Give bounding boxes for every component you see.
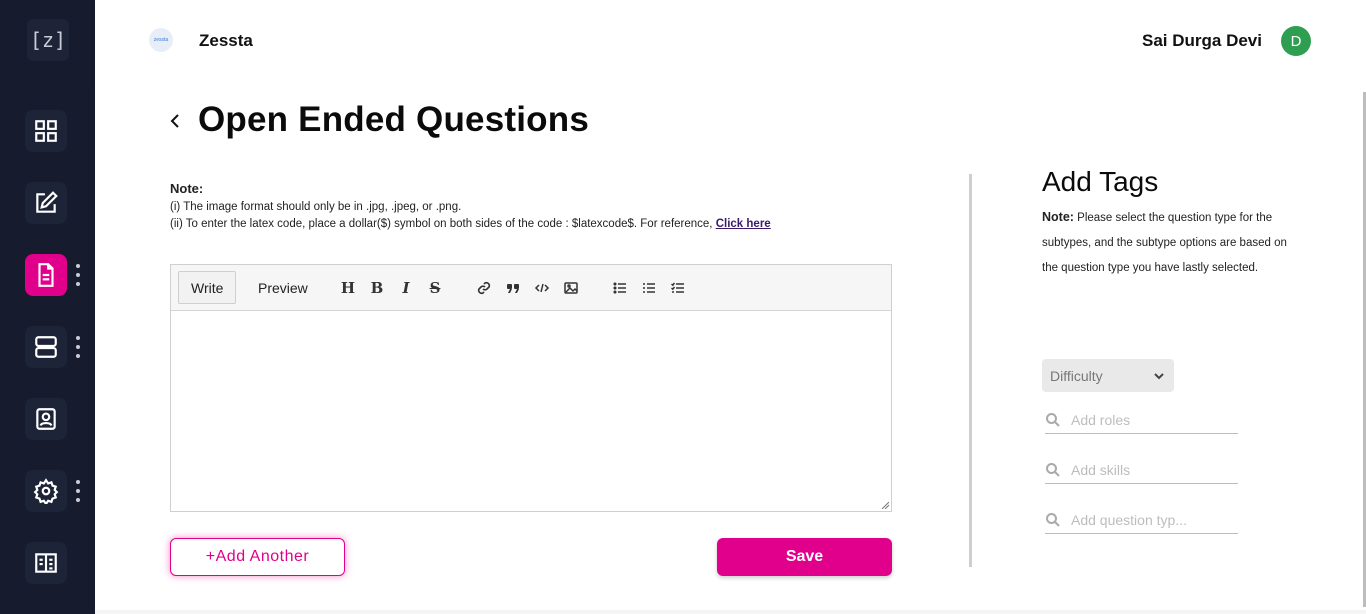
page-title: Open Ended Questions — [198, 100, 589, 139]
grid-icon — [35, 120, 57, 142]
id-card-icon — [36, 408, 56, 430]
task-list-icon[interactable] — [669, 279, 687, 297]
back-arrow-icon[interactable] — [167, 110, 183, 132]
sidebar-item-dashboard[interactable] — [25, 110, 67, 152]
search-icon — [1046, 513, 1060, 527]
user-name: Sai Durga Devi — [1142, 31, 1262, 50]
building-icon — [35, 553, 57, 573]
note-title: Note: — [170, 181, 204, 196]
question-type-field — [1045, 508, 1238, 534]
click-here-link[interactable]: Click here — [716, 218, 771, 230]
save-button[interactable]: Save — [717, 538, 892, 576]
sidebar-item-questions[interactable] — [25, 254, 67, 296]
avatar[interactable]: D — [1281, 26, 1311, 56]
roles-input[interactable] — [1071, 410, 1231, 430]
sidebar-questions-menu-icon[interactable] — [75, 264, 81, 286]
search-icon — [1046, 463, 1060, 477]
tags-note-label: Note: — [1042, 210, 1074, 224]
resize-handle-icon[interactable] — [881, 501, 889, 509]
settings-icon — [33, 478, 59, 504]
italic-icon[interactable]: I — [397, 279, 415, 297]
brand-logo[interactable]: zessta — [149, 28, 173, 52]
chevron-down-icon — [1154, 373, 1164, 380]
search-icon — [1046, 413, 1060, 427]
difficulty-value: Difficulty — [1050, 367, 1103, 384]
tags-title: Add Tags — [1042, 166, 1159, 197]
app-logo[interactable]: [z] — [27, 19, 69, 61]
sidebar-settings-menu-icon[interactable] — [75, 480, 81, 502]
note-line-1: (i) The image format should only be in .… — [170, 201, 462, 213]
sidebar-item-settings[interactable] — [25, 470, 67, 512]
add-another-button[interactable]: +Add Another — [170, 538, 345, 576]
heading-icon[interactable]: H — [339, 279, 357, 297]
tab-preview[interactable]: Preview — [246, 271, 320, 304]
numbered-list-icon[interactable] — [640, 279, 658, 297]
sidebar-item-reports[interactable] — [25, 542, 67, 584]
server-icon — [35, 336, 57, 358]
note-line-2: (ii) To enter the latex code, place a do… — [170, 216, 771, 233]
sidebar-item-profile[interactable] — [25, 398, 67, 440]
question-type-input[interactable] — [1071, 510, 1231, 530]
editor-textarea[interactable] — [171, 311, 891, 511]
edit-icon — [36, 191, 58, 213]
bulleted-list-icon[interactable] — [611, 279, 629, 297]
strikethrough-icon[interactable]: S — [426, 279, 444, 297]
main-content: Open Ended Questions Note: (i) The image… — [95, 80, 1366, 610]
tags-note: Note: Please select the question type fo… — [1042, 205, 1292, 281]
top-header: zessta Zessta Sai Durga Devi D — [95, 0, 1366, 80]
link-icon[interactable] — [475, 279, 493, 297]
tags-note-text: Please select the question type for the … — [1042, 212, 1287, 274]
bold-icon[interactable]: B — [368, 279, 386, 297]
note-line-2-text: (ii) To enter the latex code, place a do… — [170, 218, 713, 230]
difficulty-select[interactable]: Difficulty — [1042, 359, 1174, 392]
vertical-divider — [969, 174, 972, 567]
tab-write[interactable]: Write — [178, 271, 237, 304]
sidebar-item-servers[interactable] — [25, 326, 67, 368]
quote-icon[interactable] — [504, 279, 522, 297]
format-note: Note: (i) The image format should only b… — [170, 180, 771, 233]
markdown-editor: Write Preview H B I S — [170, 264, 892, 512]
sidebar: [z] — [0, 0, 95, 614]
editor-toolbar: Write Preview H B I S — [171, 265, 891, 311]
document-icon — [38, 263, 54, 287]
sidebar-servers-menu-icon[interactable] — [75, 336, 81, 358]
skills-input[interactable] — [1071, 460, 1231, 480]
image-icon[interactable] — [562, 279, 580, 297]
roles-field — [1045, 408, 1238, 434]
sidebar-item-edit[interactable] — [25, 182, 67, 224]
brand-name: Zessta — [199, 31, 253, 50]
code-icon[interactable] — [533, 279, 551, 297]
skills-field — [1045, 458, 1238, 484]
